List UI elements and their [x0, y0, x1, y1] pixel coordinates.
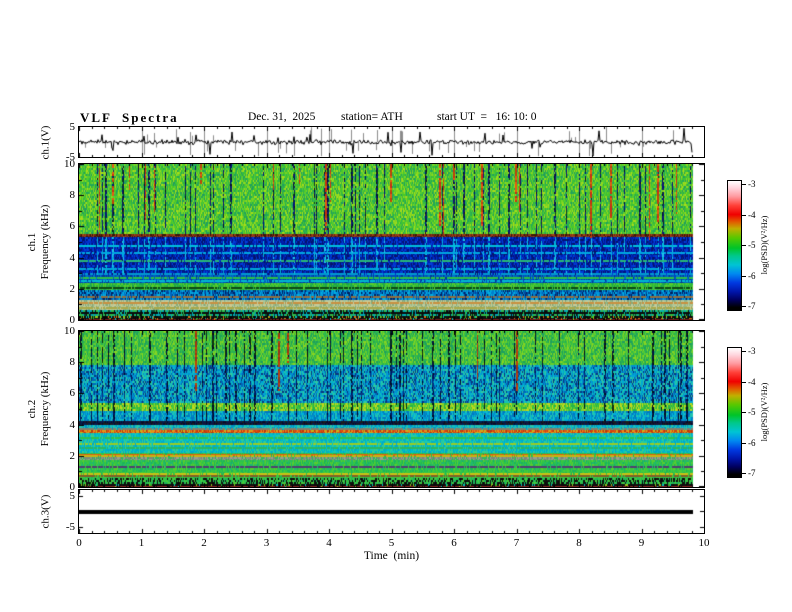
- ch3-waveform-panel: [78, 489, 705, 534]
- time-axis-tick-label: 7: [513, 537, 520, 549]
- ch1-wave-ytick-label: 5: [69, 121, 76, 133]
- station-label: station= ATH: [341, 111, 403, 123]
- colorbar-tick-label: -6: [748, 437, 756, 448]
- colorbar-tick-label: -4: [748, 209, 756, 220]
- ch2-spec-ytick-label: 2: [69, 449, 76, 462]
- date-label: Dec. 31, 2025: [248, 111, 316, 123]
- ch1-spec-ytick-label: 8: [69, 189, 76, 202]
- time-axis-tick-label: 0: [76, 537, 82, 549]
- ch2-spec-ytick-label: 10: [64, 325, 75, 337]
- ch3-voltage-axis-label: ch.3(V): [39, 494, 52, 529]
- colorbar-tick: [742, 381, 746, 383]
- ch2-frequency-axis-channel: ch.2: [26, 399, 38, 419]
- time-axis-tick-label: 6: [451, 537, 457, 549]
- colorbar-tick-label: -6: [748, 270, 756, 281]
- colorbar-tick-label: -5: [748, 240, 756, 250]
- time-axis-tick-label: 2: [201, 537, 207, 549]
- ch1-spectrogram-canvas: [79, 164, 704, 320]
- ch2-spec-ytick-label: 4: [69, 418, 76, 431]
- colorbar-tick-label: -7: [748, 468, 756, 478]
- vlf-spectra-figure: VLF Spectra Dec. 31, 2025 station= ATH s…: [0, 0, 792, 612]
- colorbar-tick: [742, 184, 746, 185]
- ch2-spec-ytick-label: 8: [69, 356, 76, 369]
- colorbar-tick-label: -7: [748, 301, 756, 311]
- time-axis-tick-label: 3: [263, 537, 270, 549]
- colorbar-tick: [742, 306, 746, 307]
- ch1-frequency-axis-channel: ch.1: [26, 232, 38, 252]
- ch2-spectrogram-canvas: [79, 331, 704, 487]
- time-axis-tick-label: 1: [138, 537, 145, 549]
- colorbar-ch1: [727, 180, 742, 311]
- colorbar-tick: [742, 214, 746, 216]
- colorbar-ch2-label: log(PSD)(V²/Hz): [759, 382, 769, 442]
- colorbar-tick: [742, 275, 746, 277]
- colorbar-tick: [742, 412, 746, 413]
- colorbar-tick-label: -3: [748, 179, 756, 189]
- ch1-waveform-canvas: [79, 127, 704, 157]
- ch1-spec-ytick-label: 10: [64, 158, 75, 170]
- start-ut-label: start UT = 16: 10: 0: [437, 111, 537, 123]
- ch1-spec-ytick-label: 2: [69, 282, 76, 295]
- ch1-waveform-panel: [78, 126, 705, 158]
- ch1-spec-ytick-label: 4: [69, 251, 76, 264]
- colorbar-tick: [742, 351, 746, 352]
- time-axis-tick-label: 8: [576, 537, 582, 549]
- colorbar-ch1-label: log(PSD)(V²/Hz): [759, 215, 769, 275]
- colorbar-tick-label: -4: [748, 376, 756, 387]
- colorbar-tick: [742, 245, 746, 246]
- colorbar-ch2: [727, 347, 742, 478]
- ch2-spec-ytick-label: 6: [69, 387, 76, 400]
- time-axis-tick-label: 10: [698, 537, 710, 549]
- ch3-wave-ytick-label: 5: [69, 490, 76, 502]
- colorbar-tick-label: -3: [748, 346, 756, 356]
- ch3-wave-ytick-label: -5: [65, 521, 75, 533]
- ch2-spectrogram-panel: [78, 330, 705, 488]
- colorbar-tick: [742, 473, 746, 474]
- ch3-waveform-canvas: [79, 490, 704, 533]
- time-axis-label: Time (min): [363, 550, 420, 562]
- ch1-spectrogram-panel: [78, 163, 705, 321]
- ch1-spec-ytick-label: 6: [69, 220, 76, 233]
- colorbar-tick-label: -5: [748, 407, 756, 417]
- page-title: VLF Spectra: [80, 110, 179, 125]
- time-axis-tick-label: 4: [326, 537, 332, 549]
- time-axis-tick-label: 9: [638, 537, 645, 549]
- time-axis-tick-label: 5: [388, 537, 395, 549]
- colorbar-tick: [742, 442, 746, 444]
